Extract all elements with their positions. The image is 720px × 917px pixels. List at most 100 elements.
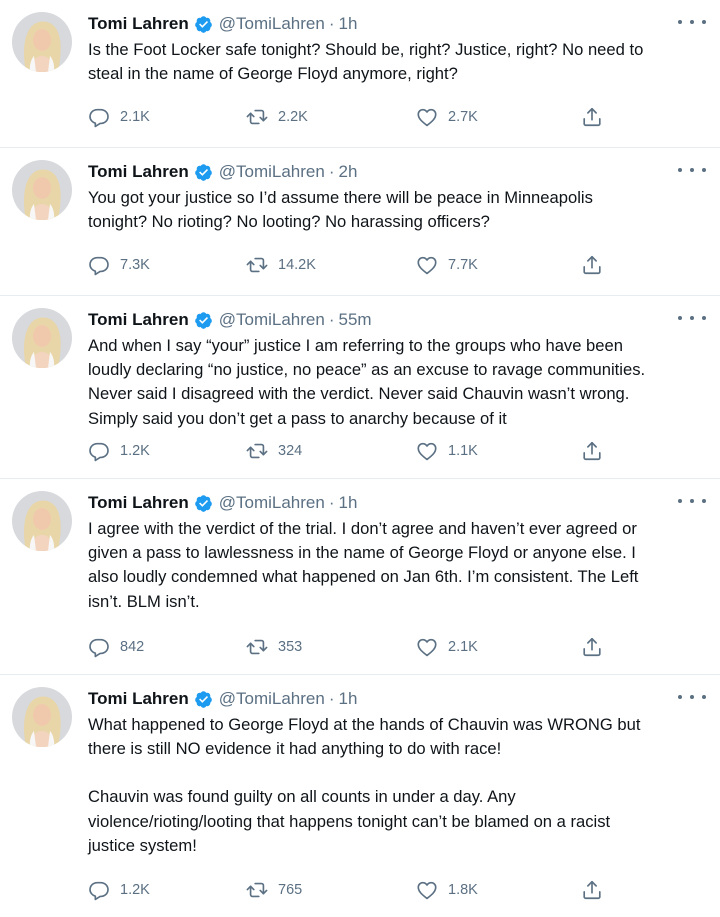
separator-dot: ·: [328, 689, 335, 708]
reply-button[interactable]: 842: [88, 636, 144, 658]
share-button[interactable]: [581, 106, 613, 128]
like-button[interactable]: 7.7K: [416, 254, 478, 276]
retweet-count: 324: [278, 443, 303, 459]
tweet[interactable]: Tomi Lahren @TomiLahren · 1h Is the Foot…: [0, 0, 720, 148]
retweet-count: 2.2K: [278, 109, 308, 125]
tweet-actions: 1.2K 324 1.1K: [88, 440, 618, 462]
tweet-time[interactable]: 1h: [339, 689, 358, 709]
tweet-header: Tomi Lahren @TomiLahren · 55m: [88, 308, 372, 332]
author-handle[interactable]: @TomiLahren: [219, 162, 325, 182]
retweet-icon: [246, 639, 268, 655]
reply-count: 2.1K: [120, 109, 150, 125]
tweet-paragraph: You got your justice so I’d assume there…: [88, 188, 593, 232]
avatar[interactable]: [12, 12, 72, 72]
retweet-button[interactable]: 765: [246, 879, 302, 901]
tweet-paragraph: Is the Foot Locker safe tonight? Should …: [88, 40, 644, 84]
share-button[interactable]: [581, 636, 613, 658]
retweet-button[interactable]: 2.2K: [246, 106, 308, 128]
reply-button[interactable]: 1.2K: [88, 879, 150, 901]
author-handle[interactable]: @TomiLahren: [219, 493, 325, 513]
verified-badge-icon: [194, 15, 213, 34]
tweet-text: What happened to George Floyd at the han…: [88, 713, 703, 858]
like-count: 2.1K: [448, 639, 478, 655]
tweet-header: Tomi Lahren @TomiLahren · 1h: [88, 687, 357, 711]
like-button[interactable]: 1.1K: [416, 440, 478, 462]
share-button[interactable]: [581, 879, 613, 901]
tweet-paragraph: And when I say “your” justice I am refer…: [88, 336, 646, 428]
avatar[interactable]: [12, 687, 72, 747]
reply-icon: [89, 881, 109, 901]
tweet-text: I agree with the verdict of the trial. I…: [88, 517, 703, 614]
tweet[interactable]: Tomi Lahren @TomiLahren · 2h You got you…: [0, 148, 720, 296]
retweet-icon: [246, 257, 268, 273]
more-options-icon[interactable]: [678, 162, 706, 178]
heart-icon: [417, 638, 437, 657]
author-handle[interactable]: @TomiLahren: [219, 310, 325, 330]
tweet-header: Tomi Lahren @TomiLahren · 2h: [88, 160, 357, 184]
tweet-time[interactable]: 1h: [339, 493, 358, 513]
tweet[interactable]: Tomi Lahren @TomiLahren · 1h What happen…: [0, 675, 720, 917]
separator-dot: ·: [328, 162, 335, 181]
reply-icon: [89, 256, 109, 276]
retweet-icon: [246, 882, 268, 898]
avatar[interactable]: [12, 308, 72, 368]
verified-badge-icon: [194, 311, 213, 330]
retweet-count: 353: [278, 639, 303, 655]
share-button[interactable]: [581, 440, 613, 462]
tweet-actions: 1.2K 765 1.8K: [88, 879, 618, 901]
reply-icon: [89, 442, 109, 462]
tweet-text: You got your justice so I’d assume there…: [88, 186, 703, 234]
tweet-time[interactable]: 55m: [339, 310, 372, 330]
heart-icon: [417, 108, 437, 127]
more-options-icon[interactable]: [678, 14, 706, 30]
tweet-actions: 2.1K 2.2K 2.7K: [88, 106, 618, 128]
tweet[interactable]: Tomi Lahren @TomiLahren · 1h I agree wit…: [0, 479, 720, 675]
share-icon: [583, 441, 601, 461]
author-name[interactable]: Tomi Lahren: [88, 689, 189, 709]
more-options-icon[interactable]: [678, 310, 706, 326]
separator-dot: ·: [328, 310, 335, 329]
reply-icon: [89, 638, 109, 658]
share-button[interactable]: [581, 254, 613, 276]
reply-button[interactable]: 2.1K: [88, 106, 150, 128]
more-options-icon[interactable]: [678, 689, 706, 705]
reply-icon: [89, 108, 109, 128]
author-name[interactable]: Tomi Lahren: [88, 14, 189, 34]
tweet-text: Is the Foot Locker safe tonight? Should …: [88, 38, 703, 86]
retweet-button[interactable]: 14.2K: [246, 254, 316, 276]
retweet-button[interactable]: 324: [246, 440, 302, 462]
more-options-icon[interactable]: [678, 493, 706, 509]
verified-badge-icon: [194, 690, 213, 709]
retweet-button[interactable]: 353: [246, 636, 302, 658]
avatar[interactable]: [12, 491, 72, 551]
author-name[interactable]: Tomi Lahren: [88, 310, 189, 330]
heart-icon: [417, 442, 437, 461]
reply-count: 7.3K: [120, 257, 150, 273]
avatar[interactable]: [12, 160, 72, 220]
like-count: 2.7K: [448, 109, 478, 125]
author-handle[interactable]: @TomiLahren: [219, 689, 325, 709]
like-button[interactable]: 2.7K: [416, 106, 478, 128]
tweet[interactable]: Tomi Lahren @TomiLahren · 55m And when I…: [0, 296, 720, 479]
tweet-header: Tomi Lahren @TomiLahren · 1h: [88, 491, 357, 515]
heart-icon: [417, 881, 437, 900]
author-name[interactable]: Tomi Lahren: [88, 493, 189, 513]
tweet-time[interactable]: 1h: [339, 14, 358, 34]
like-button[interactable]: 1.8K: [416, 879, 478, 901]
tweet-header: Tomi Lahren @TomiLahren · 1h: [88, 12, 357, 36]
tweet-actions: 7.3K 14.2K 7.7K: [88, 254, 618, 276]
reply-button[interactable]: 1.2K: [88, 440, 150, 462]
author-handle[interactable]: @TomiLahren: [219, 14, 325, 34]
author-name[interactable]: Tomi Lahren: [88, 162, 189, 182]
tweet-time[interactable]: 2h: [339, 162, 358, 182]
reply-button[interactable]: 7.3K: [88, 254, 150, 276]
separator-dot: ·: [328, 493, 335, 512]
like-button[interactable]: 2.1K: [416, 636, 478, 658]
verified-badge-icon: [194, 163, 213, 182]
share-icon: [583, 107, 601, 127]
retweet-icon: [246, 109, 268, 125]
tweet-paragraph: I agree with the verdict of the trial. I…: [88, 519, 639, 611]
heart-icon: [417, 256, 437, 275]
reply-count: 1.2K: [120, 882, 150, 898]
verified-badge-icon: [194, 494, 213, 513]
